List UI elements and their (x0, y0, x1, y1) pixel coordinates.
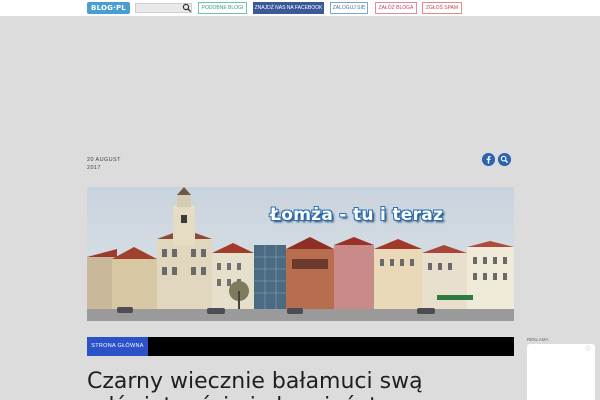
ad-label: REKLAMA (527, 337, 549, 342)
blog-pl-logo[interactable]: BLOG·PL (87, 2, 130, 14)
ad-info-icon[interactable]: ⓘ (585, 346, 591, 352)
similar-blogs-button[interactable]: Podobne blogi (198, 2, 247, 14)
create-blog-button[interactable]: Załóż bloga (375, 2, 417, 14)
post-date: 20 AUGUST 2017 (87, 156, 121, 172)
search-icon[interactable] (182, 3, 192, 13)
blog-header-title[interactable]: Łomża - tu i teraz (270, 205, 443, 225)
post-date-day-month: 20 AUGUST (87, 157, 121, 163)
top-bar: BLOG·PL Podobne blogi Znajdź nas na Face… (0, 0, 600, 16)
main-navigation: STRONA GŁÓWNA (87, 337, 514, 356)
post-title[interactable]: Czarny wiecznie bałamuci swą odświętnośc… (87, 369, 507, 400)
facebook-button[interactable]: Znajdź nas na Facebook (253, 2, 324, 14)
report-spam-button[interactable]: Zgłoś spam (422, 2, 462, 14)
facebook-icon[interactable] (482, 153, 495, 166)
login-button[interactable]: Zaloguj się (330, 2, 368, 14)
nav-item-home[interactable]: STRONA GŁÓWNA (87, 337, 148, 356)
search-icon[interactable] (498, 153, 511, 166)
post-date-year: 2017 (87, 165, 101, 171)
ad-box[interactable] (527, 344, 595, 400)
